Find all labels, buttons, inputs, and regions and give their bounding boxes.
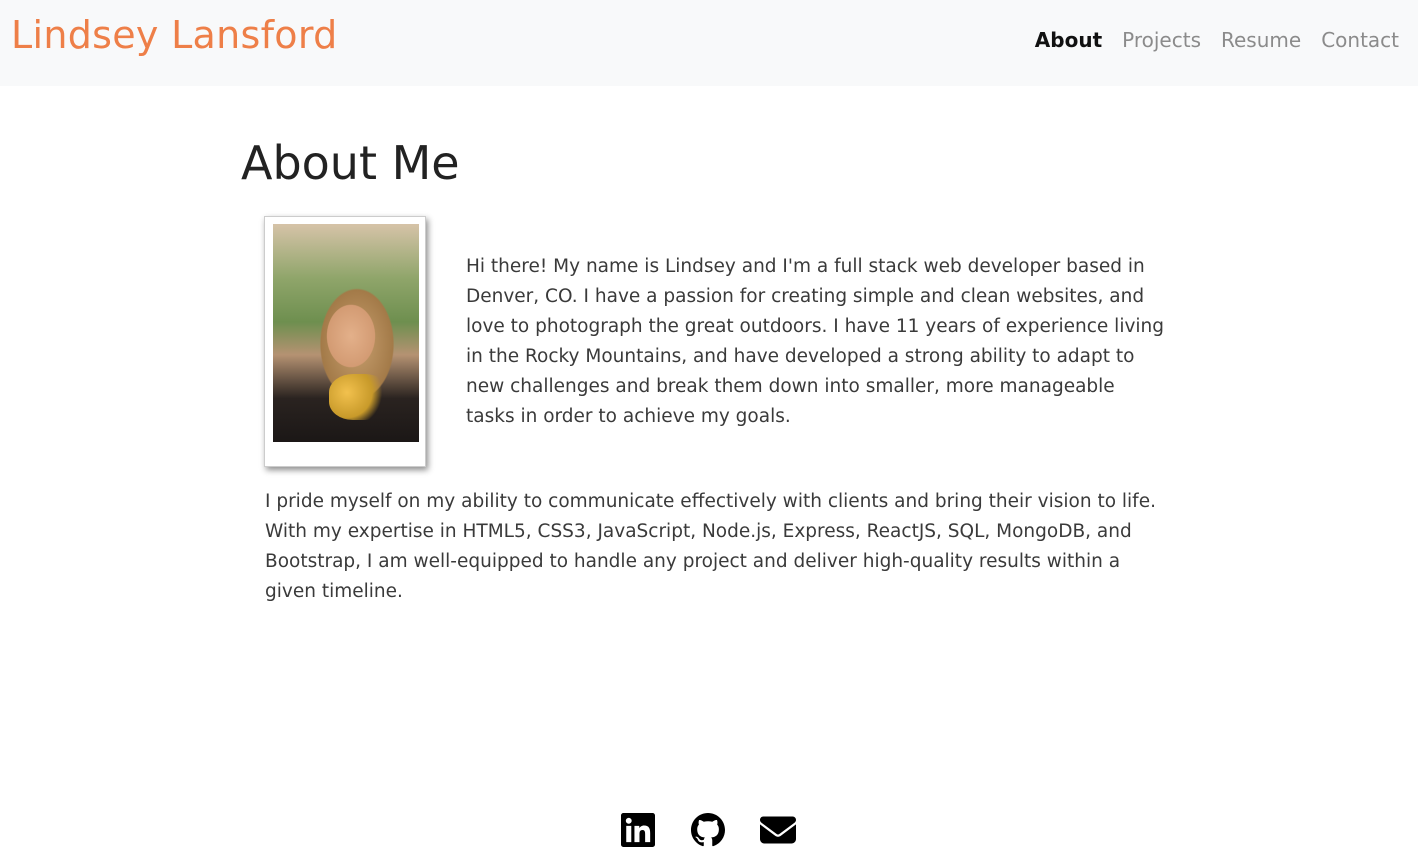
about-paragraph-intro: Hi there! My name is Lindsey and I'm a f…	[466, 256, 1165, 427]
page-title: About Me	[241, 136, 460, 190]
linkedin-icon[interactable]	[620, 813, 656, 847]
nav-link-resume[interactable]: Resume	[1221, 28, 1301, 52]
nav-link-about[interactable]: About	[1035, 28, 1102, 52]
nav-link-projects[interactable]: Projects	[1122, 28, 1201, 52]
social-links	[620, 813, 796, 847]
nav-links: About Projects Resume Contact	[1035, 28, 1399, 52]
profile-photo	[273, 224, 419, 442]
brand-link[interactable]: Lindsey Lansford	[11, 13, 338, 57]
navbar: Lindsey Lansford About Projects Resume C…	[0, 0, 1418, 86]
about-paragraph-skills: I pride myself on my ability to communic…	[265, 491, 1156, 602]
nav-link-contact[interactable]: Contact	[1321, 28, 1399, 52]
profile-photo-frame	[264, 216, 426, 467]
email-icon[interactable]	[760, 813, 796, 847]
github-icon[interactable]	[690, 813, 726, 847]
